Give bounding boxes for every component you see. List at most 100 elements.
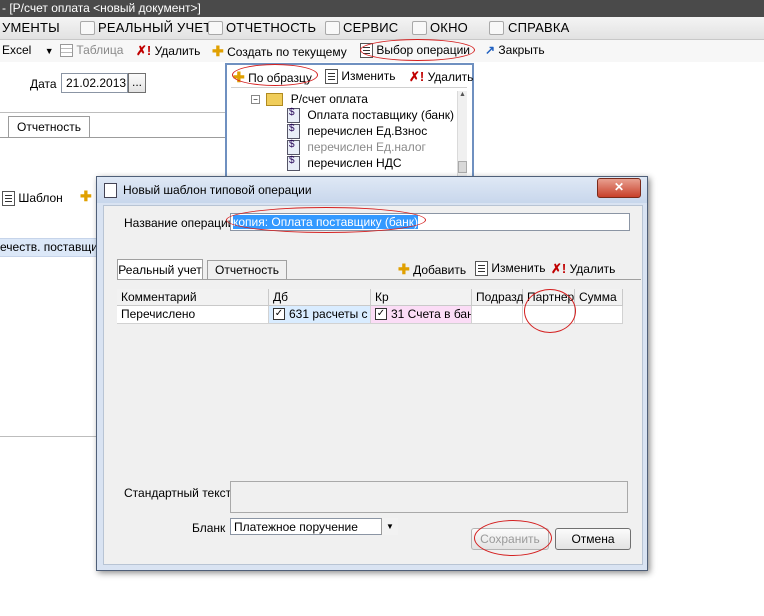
scroll-up-icon[interactable]: ▲: [458, 91, 467, 98]
col-sum[interactable]: Сумма: [575, 289, 623, 306]
credit-value: 31 Счета в бан: [391, 307, 472, 321]
template-icon: [2, 191, 15, 207]
operation-file-icon: [287, 139, 300, 156]
operation-file-icon: [287, 123, 300, 140]
dialog-close-icon[interactable]: ✕: [597, 178, 641, 198]
edit-button[interactable]: Изменить: [475, 261, 545, 277]
new-template-dialog: Новый шаблон типовой операции ✕ Название…: [96, 176, 648, 571]
blank-label: Бланк: [192, 521, 226, 535]
menu-bar: УМЕНТЫ РЕАЛЬНЫЙ УЧЕТ ОТЧЕТНОСТЬ СЕРВИС О…: [0, 17, 764, 40]
tree-edit-label: Изменить: [341, 69, 396, 83]
menu-real-accounting[interactable]: РЕАЛЬНЫЙ УЧЕТ: [98, 20, 211, 35]
menu-service[interactable]: СЕРВИС: [343, 20, 398, 35]
window-title-bar: - [Р/счет оплата <новый документ>]: [0, 0, 764, 17]
col-subdivision[interactable]: Подразд: [472, 289, 524, 306]
tree-item[interactable]: Оплата поставщику (банк): [287, 107, 454, 124]
delete-icon: ✗!: [551, 261, 567, 276]
table-label: Таблица: [76, 43, 124, 57]
tab-reporting-bg[interactable]: Отчетность: [8, 116, 90, 137]
blank-select[interactable]: Платежное поручение ▼: [230, 518, 398, 535]
cell-comment[interactable]: Перечислено: [117, 306, 269, 323]
standard-text-label: Стандартный текст: [124, 486, 232, 500]
template-button[interactable]: Шаблон: [2, 191, 63, 207]
tree-folder[interactable]: − Р/счет оплата: [251, 92, 368, 107]
close-button[interactable]: ↗ Закрыть: [485, 43, 545, 57]
menu-window[interactable]: ОКНО: [430, 20, 468, 35]
highlight-save: [474, 520, 552, 556]
delete-button[interactable]: ✗! Удалить: [136, 43, 200, 59]
cell-sum[interactable]: [575, 306, 623, 323]
date-picker-button[interactable]: ...: [128, 73, 146, 93]
col-credit[interactable]: Кр: [371, 289, 472, 306]
dialog-delete-label: Удалить: [569, 262, 616, 276]
tab-reporting[interactable]: Отчетность: [207, 260, 287, 280]
excel-button[interactable]: Excel ▼: [2, 43, 54, 57]
divider: [0, 436, 96, 437]
menu-documents[interactable]: УМЕНТЫ: [2, 20, 60, 35]
table-button[interactable]: Таблица: [60, 43, 124, 58]
menu-window-icon: [412, 21, 427, 35]
add-button[interactable]: ✚ Добавить: [398, 261, 466, 278]
highlight-operation-name: [226, 207, 426, 233]
tree-scrollbar[interactable]: ▲: [457, 91, 467, 177]
menu-reporting-icon: [208, 21, 223, 35]
debit-value: 631 расчеты с: [289, 307, 368, 321]
create-current-label: Создать по текущему: [227, 45, 347, 59]
tree-item-label: перечислен НДС: [307, 156, 402, 170]
excel-label: Excel: [2, 43, 32, 57]
tree-delete-button[interactable]: ✗! Удалить: [409, 69, 473, 85]
tree-item-label: Оплата поставщику (банк): [307, 108, 454, 122]
highlight-choose-operation: [360, 39, 475, 61]
dialog-title: Новый шаблон типовой операции: [123, 183, 312, 197]
tab-real-accounting[interactable]: Реальный учет: [117, 259, 203, 280]
close-arrow-icon: ↗: [485, 43, 496, 57]
window-title: - [Р/счет оплата <новый документ>]: [2, 1, 201, 15]
delete-icon: ✗!: [136, 43, 152, 58]
highlight-partner: [524, 289, 576, 333]
divider: [231, 87, 467, 88]
collapse-icon[interactable]: −: [251, 95, 260, 105]
chevron-down-icon[interactable]: ▼: [381, 518, 398, 535]
checkbox-checked-icon[interactable]: ✓: [375, 307, 387, 320]
menu-help[interactable]: СПРАВКА: [508, 20, 570, 35]
date-label: Дата: [30, 77, 57, 91]
dropdown-arrow-icon[interactable]: ▼: [45, 46, 54, 56]
date-input[interactable]: 21.02.2013: [61, 73, 128, 93]
table-icon: [60, 44, 73, 58]
cell-subdivision[interactable]: [472, 306, 523, 323]
cell-credit[interactable]: ✓ 31 Счета в бан: [371, 306, 472, 323]
add-label: Добавить: [413, 263, 467, 277]
scrollbar-thumb[interactable]: [458, 161, 467, 173]
menu-service-icon: [325, 21, 340, 35]
tree-delete-label: Удалить: [427, 70, 474, 84]
tree-item[interactable]: перечислен Ед.налог: [287, 139, 426, 156]
cell-debit[interactable]: ✓ 631 расчеты с: [269, 306, 371, 323]
standard-text-input[interactable]: [230, 481, 628, 513]
supplier-row[interactable]: ечеств. поставщи: [0, 238, 96, 257]
edit-icon: [475, 261, 488, 277]
menu-help-icon: [489, 21, 504, 35]
tree-item[interactable]: перечислен Ед.Взнос: [287, 123, 428, 140]
checkbox-checked-icon[interactable]: ✓: [273, 307, 285, 320]
edit-icon: [325, 69, 338, 85]
menu-reporting[interactable]: ОТЧЕТНОСТЬ: [226, 20, 316, 35]
highlight-by-sample: [232, 64, 318, 86]
divider: [0, 112, 225, 113]
add-template-icon[interactable]: ✚: [80, 188, 92, 205]
operation-file-icon: [287, 107, 300, 124]
tree-item[interactable]: перечислен НДС: [287, 155, 402, 172]
dialog-delete-button[interactable]: ✗! Удалить: [551, 261, 615, 277]
tree-edit-button[interactable]: Изменить: [325, 69, 396, 85]
cancel-button[interactable]: Отмена: [555, 528, 631, 550]
plus-icon: ✚: [398, 261, 410, 277]
col-debit[interactable]: Дб: [269, 289, 371, 306]
tree-item-label: перечислен Ед.налог: [307, 140, 426, 154]
col-comment[interactable]: Комментарий: [117, 289, 269, 306]
dialog-app-icon: [104, 183, 117, 198]
delete-icon: ✗!: [409, 69, 425, 84]
tree-item-label: перечислен Ед.Взнос: [307, 124, 428, 138]
create-current-button[interactable]: ✚ Создать по текущему: [212, 43, 347, 60]
dialog-body: Название операции копия: Оплата поставщи…: [103, 205, 643, 565]
menu-real-icon: [80, 21, 95, 35]
operation-file-icon: [287, 155, 300, 172]
